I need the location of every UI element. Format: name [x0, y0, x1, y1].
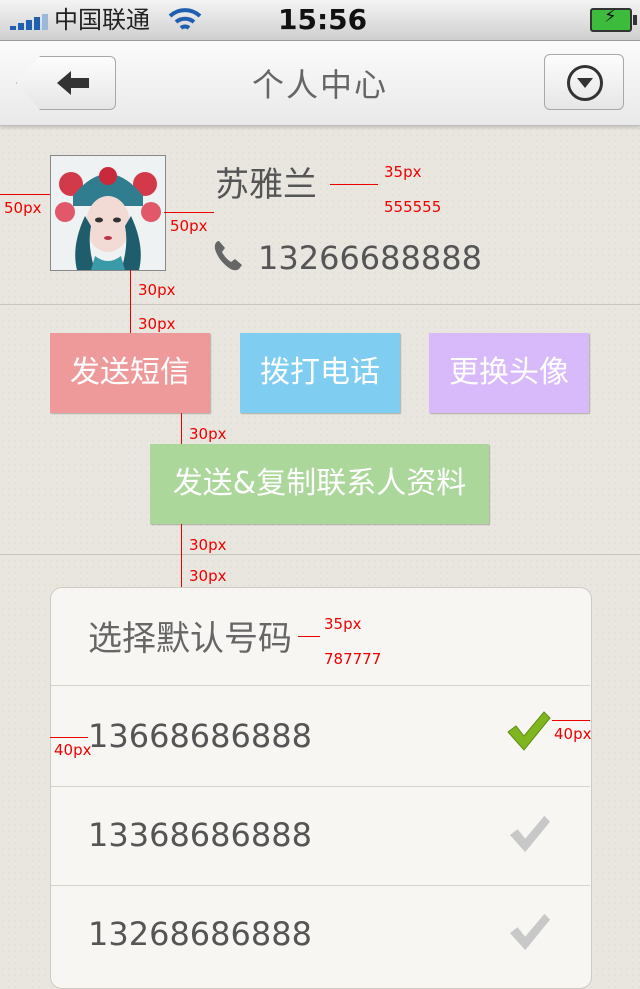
- number-option[interactable]: 13668686888: [88, 716, 312, 756]
- checkmark-selected-icon[interactable]: [506, 708, 552, 754]
- annotation-label: 787777: [324, 650, 382, 668]
- annotation-line: [330, 184, 378, 185]
- signal-icon: [10, 14, 50, 30]
- annotation-line: [181, 524, 182, 587]
- checkmark-icon[interactable]: [508, 910, 552, 954]
- annotation-line: [298, 636, 320, 637]
- copy-contact-button[interactable]: 发送&复制联系人资料: [150, 444, 489, 524]
- battery-charging-icon: ⚡: [590, 6, 637, 32]
- annotation-line: [0, 194, 50, 195]
- annotation-label: 30px: [138, 315, 176, 333]
- annotation-label: 50px: [4, 199, 42, 217]
- annotation-label: 30px: [189, 567, 227, 585]
- wifi-icon: [168, 8, 202, 30]
- annotation-label: 30px: [189, 536, 227, 554]
- annotation-label: 30px: [189, 425, 227, 443]
- divider: [50, 685, 590, 686]
- menu-button[interactable]: [544, 54, 624, 110]
- dropdown-circle-icon: [567, 65, 603, 101]
- annotation-line: [130, 270, 131, 333]
- panel-title: 选择默认号码: [88, 619, 292, 659]
- annotation-label: 40px: [54, 741, 92, 759]
- number-option[interactable]: 13268686888: [88, 914, 312, 954]
- annotation-line: [181, 413, 182, 444]
- divider: [0, 304, 640, 305]
- send-sms-button[interactable]: 发送短信: [50, 333, 210, 413]
- annotation-label: 35px: [384, 163, 422, 181]
- phone-icon: [214, 241, 242, 271]
- navigation-bar: 个人中心: [0, 41, 640, 126]
- number-option[interactable]: 13368686888: [88, 815, 312, 855]
- carrier-label: 中国联通: [54, 6, 150, 34]
- status-bar: 中国联通 15:56 ⚡: [0, 0, 640, 41]
- call-button[interactable]: 拨打电话: [240, 333, 400, 413]
- annotation-label: 30px: [138, 281, 176, 299]
- annotation-label: 35px: [324, 615, 362, 633]
- contact-phone: 13266688888: [258, 239, 482, 277]
- contact-name: 苏雅兰: [215, 165, 317, 205]
- back-arrow-icon: [57, 71, 91, 99]
- change-avatar-button[interactable]: 更换头像: [429, 333, 589, 413]
- status-time: 15:56: [278, 3, 368, 36]
- divider: [0, 554, 640, 555]
- annotation-label: 40px: [554, 725, 592, 743]
- avatar[interactable]: [50, 155, 166, 271]
- avatar-image: [51, 156, 165, 270]
- annotation-line: [50, 737, 88, 738]
- divider: [50, 885, 590, 886]
- annotation-label: 555555: [384, 198, 442, 216]
- annotation-line: [164, 212, 214, 213]
- divider: [50, 786, 590, 787]
- annotation-line: [552, 720, 590, 721]
- checkmark-icon[interactable]: [508, 812, 552, 856]
- annotation-label: 50px: [170, 217, 208, 235]
